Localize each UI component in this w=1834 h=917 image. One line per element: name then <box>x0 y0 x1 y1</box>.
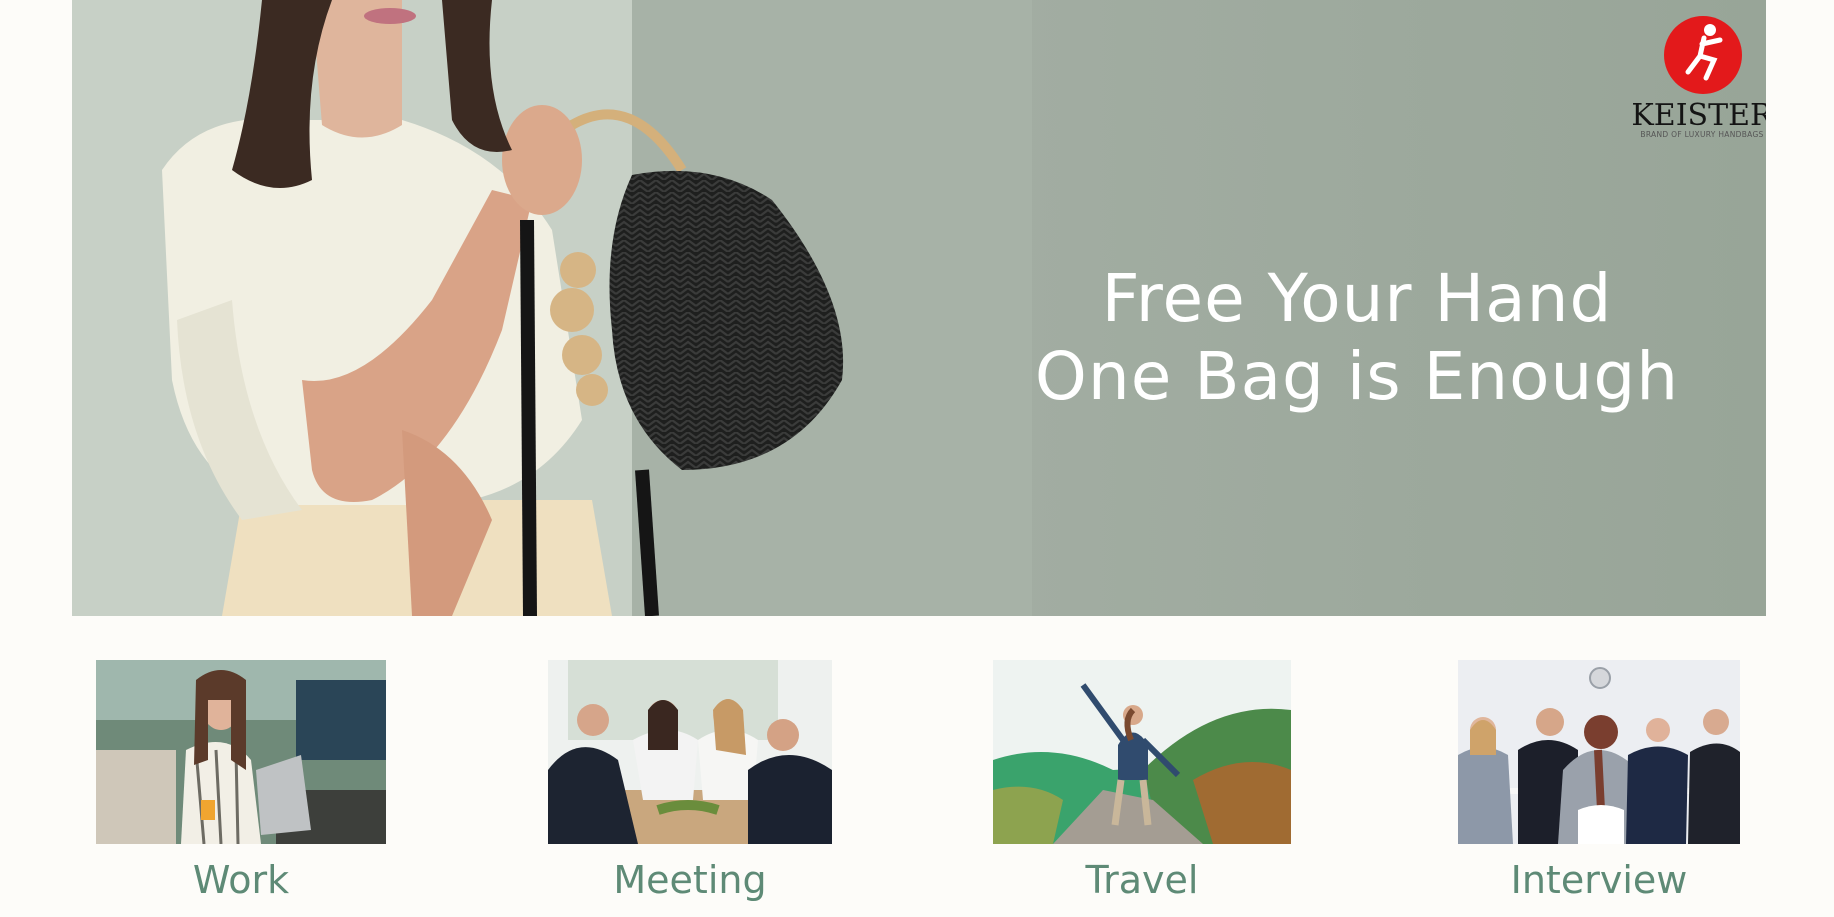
category-card-meeting[interactable]: Meeting <box>548 660 832 902</box>
runner-icon <box>1664 16 1742 94</box>
category-label-meeting: Meeting <box>613 858 767 902</box>
headline-line-1: Free Your Hand <box>1101 260 1613 337</box>
banner-headline: Free Your Hand One Bag is Enough <box>967 260 1747 416</box>
category-card-interview[interactable]: Interview <box>1458 660 1740 902</box>
category-label-travel: Travel <box>1085 858 1199 902</box>
brand-tagline: BRAND OF LUXURY HANDBAGS <box>1640 130 1764 139</box>
work-photo <box>96 660 386 844</box>
interview-photo <box>1458 660 1740 844</box>
category-label-interview: Interview <box>1510 858 1688 902</box>
category-label-work: Work <box>192 858 290 902</box>
category-card-travel[interactable]: Travel <box>993 660 1291 902</box>
hero-model-with-handbag-image <box>72 0 1032 616</box>
hero-banner: Free Your Hand One Bag is Enough KEISTER… <box>72 0 1766 616</box>
brand-name: KEISTER <box>1631 98 1766 133</box>
category-card-work[interactable]: Work <box>96 660 386 902</box>
headline-line-2: One Bag is Enough <box>1034 338 1680 415</box>
brand-logo[interactable]: KEISTER BRAND OF LUXURY HANDBAGS <box>1612 16 1766 146</box>
meeting-photo <box>548 660 832 844</box>
travel-photo <box>993 660 1291 844</box>
